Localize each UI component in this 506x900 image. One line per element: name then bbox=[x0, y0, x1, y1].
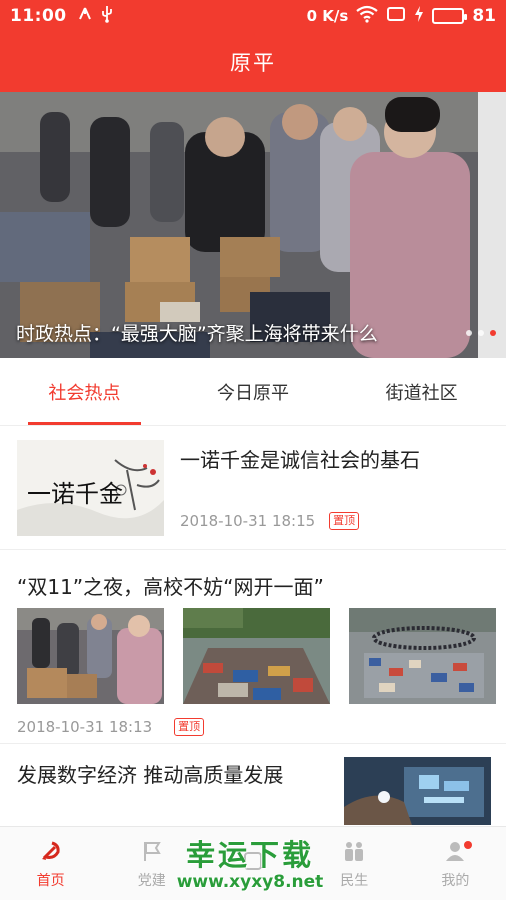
nav-home-label: 首页 bbox=[36, 872, 65, 889]
carousel-dot[interactable] bbox=[466, 330, 472, 336]
pinned-badge: 置顶 bbox=[174, 718, 205, 736]
carousel-dot-active[interactable] bbox=[490, 330, 496, 336]
status-left-icons bbox=[77, 5, 113, 28]
carousel-dot[interactable] bbox=[478, 330, 484, 336]
article-headline: 一诺千金是诚信社会的基石 bbox=[180, 448, 420, 472]
article-image bbox=[17, 608, 164, 704]
notification-dot bbox=[464, 841, 473, 849]
wifi-icon bbox=[356, 5, 379, 28]
status-bar: 11:00 0 K/s 81 bbox=[0, 0, 506, 32]
tab-street-community[interactable]: 街道社区 bbox=[337, 358, 506, 425]
bottom-nav: 首页 党建 民生 我的 bbox=[0, 826, 506, 900]
usb-debug-icon bbox=[77, 6, 93, 27]
article-thumbnail bbox=[344, 757, 491, 825]
nav-livelihood[interactable]: 民生 bbox=[304, 827, 405, 900]
nav-party-building[interactable]: 党建 bbox=[101, 827, 202, 900]
article-meta: 2018-10-31 18:15 置顶 bbox=[180, 512, 360, 530]
center-icon bbox=[240, 848, 266, 874]
article-thumbnail: 一诺千金 bbox=[17, 440, 164, 536]
article-image bbox=[183, 608, 330, 704]
nav-home[interactable]: 首页 bbox=[0, 827, 101, 900]
party-emblem-icon bbox=[38, 838, 64, 864]
article-meta: 2018-10-31 18:13 置顶 bbox=[17, 718, 205, 736]
flag-icon bbox=[139, 838, 165, 864]
status-time: 11:00 bbox=[10, 6, 67, 26]
nav-profile-label: 我的 bbox=[441, 872, 470, 889]
news-list-item[interactable]: 一诺千金 一诺千金是诚信社会的基石 2018-10-31 18:15 置顶 bbox=[0, 426, 506, 550]
nav-party-building-label: 党建 bbox=[137, 872, 166, 889]
nav-profile[interactable]: 我的 bbox=[405, 827, 506, 900]
banner-caption: 时政热点：“最强大脑”齐聚上海将带来什么 bbox=[16, 323, 378, 345]
pinned-badge: 置顶 bbox=[329, 512, 360, 530]
charging-icon bbox=[414, 5, 424, 27]
article-headline: “双11”之夜，高校不妨“网开一面” bbox=[17, 575, 324, 599]
people-icon bbox=[341, 838, 367, 864]
page-title: 原平 bbox=[230, 51, 276, 75]
news-list-item[interactable]: 发展数字经济 推动高质量发展 bbox=[0, 745, 506, 825]
article-headline: 发展数字经济 推动高质量发展 bbox=[17, 763, 284, 787]
network-speed: 0 K/s bbox=[306, 7, 349, 25]
next-slide-peek bbox=[478, 92, 506, 358]
article-image bbox=[349, 608, 496, 704]
banner-carousel[interactable]: 时政热点：“最强大脑”齐聚上海将带来什么 bbox=[0, 92, 506, 358]
category-tabs: 社会热点 今日原平 街道社区 bbox=[0, 358, 506, 426]
thumbnail-calligraphy: 一诺千金 bbox=[27, 480, 123, 508]
nav-center[interactable] bbox=[202, 827, 303, 900]
screen-rotate-icon bbox=[386, 6, 406, 27]
usb-icon bbox=[101, 5, 113, 28]
status-right-icons: 0 K/s 81 bbox=[307, 5, 496, 28]
article-date: 2018-10-31 18:15 bbox=[180, 512, 316, 530]
carousel-dots bbox=[466, 330, 496, 336]
article-date: 2018-10-31 18:13 bbox=[17, 718, 153, 736]
app-header: 原平 bbox=[0, 32, 506, 92]
article-image-row bbox=[17, 608, 496, 704]
news-list-item[interactable]: “双11”之夜，高校不妨“网开一面” 2018-10-31 18:13 置顶 bbox=[0, 551, 506, 744]
battery-level: 81 bbox=[472, 6, 496, 26]
nav-livelihood-label: 民生 bbox=[340, 872, 369, 889]
battery-icon bbox=[432, 8, 468, 24]
tab-social-hotspots[interactable]: 社会热点 bbox=[0, 358, 169, 425]
tab-today-yuanping[interactable]: 今日原平 bbox=[169, 358, 338, 425]
